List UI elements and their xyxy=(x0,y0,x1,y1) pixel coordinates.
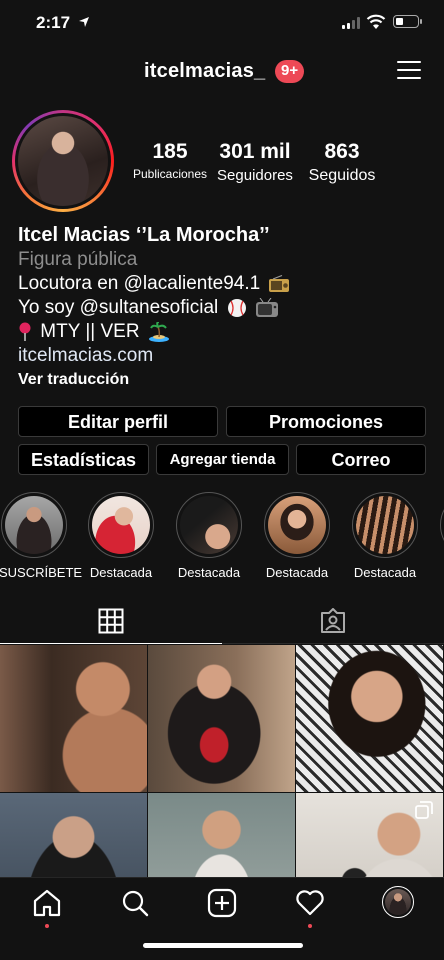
translate-link[interactable]: Ver traducción xyxy=(18,368,428,392)
header-username: itcelmacias_ xyxy=(144,60,266,82)
grid-icon[interactable] xyxy=(98,608,124,634)
home-activity-dot xyxy=(45,924,49,928)
highlight-item[interactable]: Destacada xyxy=(86,492,156,580)
email-button[interactable]: Correo xyxy=(296,444,426,475)
post-thumbnail[interactable] xyxy=(0,645,147,792)
profile-name: Itcel Macias ‘’La Morocha’’ xyxy=(18,224,270,246)
wifi-icon xyxy=(366,14,386,29)
edit-profile-button[interactable]: Editar perfil xyxy=(18,406,218,437)
status-time: 2:17 xyxy=(36,13,71,32)
highlight-item[interactable]: Destacada xyxy=(174,492,244,580)
highlight-item[interactable]: Destacada xyxy=(262,492,332,580)
battery-icon xyxy=(393,15,422,28)
add-post-icon[interactable] xyxy=(207,888,237,918)
stat-posts[interactable]: 185 Publicaciones xyxy=(130,140,210,181)
highlight-item-partial[interactable] xyxy=(438,492,444,558)
bio-line-team: Yo soy @sultanesoficial xyxy=(18,296,428,320)
bio-line-radio: Locutora en @lacaliente94.1 xyxy=(18,272,428,296)
statistics-button[interactable]: Estadísticas xyxy=(18,444,149,475)
tagged-icon[interactable] xyxy=(320,608,346,634)
television-icon xyxy=(255,297,278,317)
activity-notification-dot xyxy=(308,924,312,928)
pin-icon xyxy=(19,322,31,341)
bio-line-location: MTY || VER xyxy=(18,320,428,344)
posts-grid xyxy=(0,645,444,877)
promotions-button[interactable]: Promociones xyxy=(226,406,426,437)
home-icon[interactable] xyxy=(32,888,62,918)
radio-icon xyxy=(269,274,290,292)
post-thumbnail[interactable] xyxy=(296,645,443,792)
heart-icon[interactable] xyxy=(295,888,325,918)
location-arrow-icon xyxy=(79,17,89,27)
stat-following[interactable]: 863 Seguidos xyxy=(302,140,382,185)
post-thumbnail[interactable] xyxy=(296,793,443,877)
signal-icon xyxy=(342,17,360,29)
search-icon[interactable] xyxy=(120,888,150,918)
add-shop-button[interactable]: Agregar tienda xyxy=(156,444,289,475)
profile-header: itcelmacias_ 9+ xyxy=(0,52,444,92)
profile-avatar[interactable] xyxy=(12,110,114,212)
profile-category: Figura pública xyxy=(18,249,138,270)
notification-badge[interactable]: 9+ xyxy=(275,60,305,83)
website-link[interactable]: itcelmacias.com xyxy=(18,344,428,368)
profile-bio: Itcel Macias ‘’La Morocha’’ Figura públi… xyxy=(18,222,428,392)
status-bar: 2:17 xyxy=(0,0,444,48)
highlight-item[interactable]: Destacada xyxy=(350,492,420,580)
hamburger-menu-icon[interactable] xyxy=(397,61,421,81)
baseball-icon xyxy=(227,298,246,317)
island-icon xyxy=(148,321,169,342)
stat-followers[interactable]: 301 mil Seguidores xyxy=(215,140,295,184)
highlight-item[interactable]: SUSCRÍBETE xyxy=(0,492,82,580)
home-indicator xyxy=(143,943,303,948)
post-thumbnail[interactable] xyxy=(148,793,295,877)
profile-tabs xyxy=(0,600,444,644)
post-thumbnail[interactable] xyxy=(148,645,295,792)
multiple-photos-icon xyxy=(415,801,433,819)
profile-avatar-icon[interactable] xyxy=(382,886,414,918)
active-tab-indicator xyxy=(0,643,222,644)
story-highlights: SUSCRÍBETE Destacada Destacada Destacada… xyxy=(0,492,444,582)
post-thumbnail[interactable] xyxy=(0,793,147,877)
